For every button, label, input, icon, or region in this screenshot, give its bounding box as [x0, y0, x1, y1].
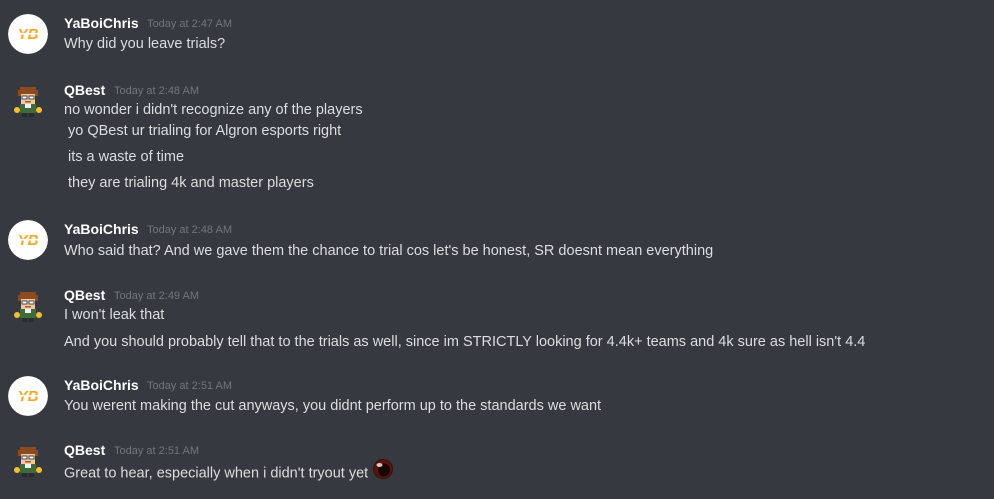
message-text: they are trialing 4k and master players [68, 175, 314, 191]
username[interactable]: YaBoiChris [64, 220, 139, 238]
pixel-character-avatar[interactable] [8, 81, 48, 121]
pixel-character-avatar[interactable] [8, 286, 48, 326]
message-text: Who said that? And we gave them the chan… [64, 243, 714, 259]
message-text: I won't leak that [64, 307, 165, 323]
message-text: no wonder i didn't recognize any of the … [64, 102, 363, 118]
message-text: You werent making the cut anyways, you d… [64, 398, 602, 414]
message-text-row: Great to hear, especially when i didn't … [64, 458, 394, 486]
username[interactable]: QBest [64, 286, 105, 304]
yb-logo-avatar[interactable]: YB [8, 14, 48, 54]
timestamp: Today at 2:48 AM [147, 224, 232, 236]
timestamp: Today at 2:49 AM [114, 290, 199, 302]
message-text: Why did you leave trials? [64, 36, 226, 52]
message-text: And you should probably tell that to the… [64, 334, 866, 350]
message-text: Great to hear, especially when i didn't … [64, 465, 369, 482]
message-text: its a waste of time [68, 149, 185, 165]
message-text: yo QBest ur trialing for Algron esports … [68, 123, 342, 139]
yb-logo-avatar[interactable]: YB [8, 376, 48, 416]
chat-messages: YB YaBoiChris Today at 2:47 AM Why did y… [0, 0, 994, 499]
username[interactable]: QBest [64, 441, 105, 459]
timestamp: Today at 2:48 AM [114, 85, 199, 97]
timestamp: Today at 2:47 AM [147, 18, 232, 30]
yb-logo-avatar[interactable]: YB [8, 220, 48, 260]
timestamp: Today at 2:51 AM [114, 445, 199, 457]
timestamp: Today at 2:51 AM [147, 380, 232, 392]
username[interactable]: YaBoiChris [64, 14, 139, 32]
pixel-character-avatar[interactable] [8, 441, 48, 481]
username[interactable]: QBest [64, 81, 105, 99]
username[interactable]: YaBoiChris [64, 376, 139, 394]
dark-red-ball-emoji [372, 458, 394, 486]
